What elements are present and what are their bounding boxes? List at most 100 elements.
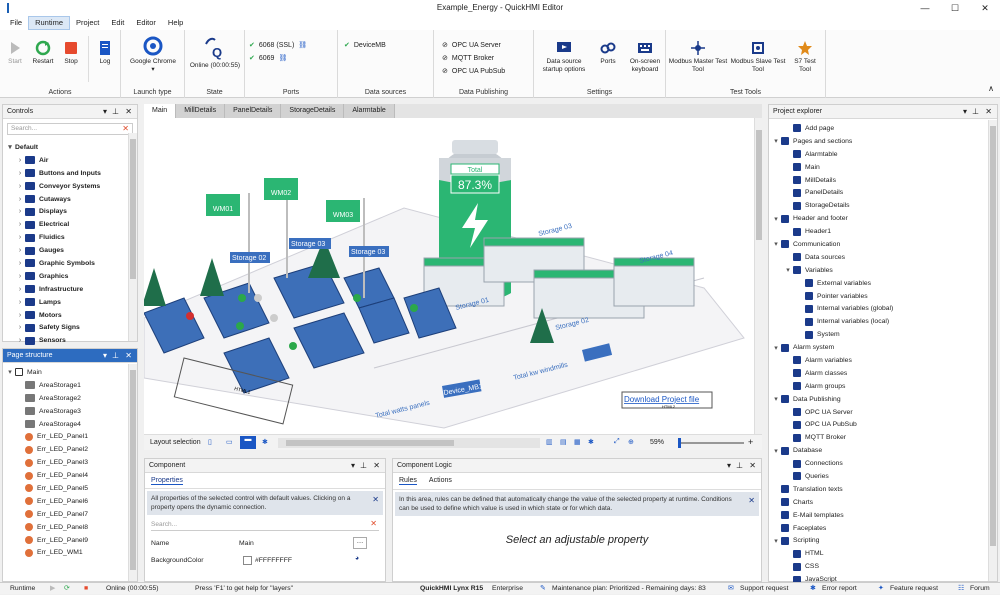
- control-category[interactable]: › Graphics: [5, 270, 127, 283]
- explorer-item[interactable]: MQTT Broker: [771, 431, 987, 444]
- page-structure-item[interactable]: Err_LED_Panel7: [5, 508, 127, 521]
- start-button[interactable]: Start: [4, 40, 26, 66]
- port-ssl-row[interactable]: ✔ 6068 (SSL) ⛓: [249, 41, 307, 50]
- close-icon[interactable]: ✕: [125, 349, 132, 363]
- control-category[interactable]: › Displays: [5, 205, 127, 218]
- tab-alarmtable[interactable]: Alarmtable: [344, 104, 395, 118]
- zoom-slider[interactable]: [678, 438, 744, 448]
- explorer-item[interactable]: System: [771, 328, 987, 341]
- control-category[interactable]: › Graphic Symbols: [5, 257, 127, 270]
- explorer-item[interactable]: ▾ Variables: [771, 264, 987, 277]
- tablet-layout-icon[interactable]: ▭: [226, 438, 233, 446]
- close-icon[interactable]: ✕: [372, 495, 379, 504]
- zoom-in-icon[interactable]: +: [748, 437, 753, 447]
- onscreen-keyboard-button[interactable]: On-screen keyboard: [626, 40, 664, 74]
- control-category[interactable]: › Conveyor Systems: [5, 180, 127, 193]
- page-structure-item[interactable]: Err_LED_Panel9: [5, 534, 127, 547]
- explorer-item[interactable]: StorageDetails: [771, 199, 987, 212]
- explorer-item[interactable]: ▾ Data Publishing: [771, 393, 987, 406]
- ports-settings-button[interactable]: Ports: [594, 40, 622, 66]
- close-icon[interactable]: ✕: [125, 105, 132, 119]
- explorer-item[interactable]: Alarm groups: [771, 380, 987, 393]
- page-structure-item[interactable]: AreaStorage1: [5, 379, 127, 392]
- explorer-item[interactable]: ▾ Communication: [771, 238, 987, 251]
- clear-search-icon[interactable]: ✕: [122, 124, 129, 133]
- dropdown-icon[interactable]: ▾: [103, 105, 107, 119]
- control-category[interactable]: › Motors: [5, 309, 127, 322]
- explorer-item[interactable]: Queries: [771, 470, 987, 483]
- more-button[interactable]: …: [353, 537, 367, 549]
- minimize-button[interactable]: —: [910, 0, 940, 16]
- log-button[interactable]: Log: [94, 40, 116, 66]
- s7-test-button[interactable]: S7 Test Tool: [788, 40, 822, 74]
- settings-gear-icon[interactable]: ✱: [588, 438, 594, 446]
- dropdown-icon[interactable]: ▾: [103, 349, 107, 363]
- close-window-button[interactable]: ✕: [970, 0, 1000, 16]
- dropdown-icon[interactable]: ▾: [351, 459, 355, 473]
- publish-opcua-server[interactable]: ⊘ OPC UA Server: [442, 41, 501, 50]
- page-structure-item[interactable]: Err_LED_Panel3: [5, 456, 127, 469]
- explorer-item[interactable]: HTML: [771, 547, 987, 560]
- explorer-item[interactable]: Alarm variables: [771, 354, 987, 367]
- tree-root-main[interactable]: ▾ Main: [5, 366, 127, 379]
- control-category[interactable]: › Sensors: [5, 334, 127, 347]
- palette-icon[interactable]: ◕: [355, 555, 359, 562]
- properties-search-input[interactable]: Search... ✕: [151, 519, 379, 531]
- explorer-scrollbar[interactable]: [988, 120, 997, 581]
- menu-help[interactable]: Help: [162, 16, 189, 30]
- canvas-hscrollbar[interactable]: [278, 438, 540, 448]
- explorer-item[interactable]: Internal variables (global): [771, 302, 987, 315]
- menu-file[interactable]: File: [4, 16, 28, 30]
- fit-screen-icon[interactable]: ⤢: [614, 438, 620, 446]
- explorer-item[interactable]: Header1: [771, 225, 987, 238]
- phone-layout-icon[interactable]: ▯: [208, 438, 212, 446]
- tab-milldetails[interactable]: MillDetails: [176, 104, 226, 118]
- close-icon[interactable]: ✕: [748, 496, 755, 505]
- modbus-master-button[interactable]: Modbus Master Test Tool: [668, 40, 728, 74]
- controls-scrollbar[interactable]: [128, 133, 137, 341]
- page-structure-item[interactable]: Err_LED_Panel5: [5, 482, 127, 495]
- pin-icon[interactable]: ⊥: [972, 105, 979, 119]
- close-icon[interactable]: ✕: [749, 459, 756, 473]
- page-structure-item[interactable]: Err_LED_Panel6: [5, 495, 127, 508]
- startup-options-button[interactable]: Data source startup options: [536, 40, 592, 74]
- tab-paneldetails[interactable]: PanelDetails: [225, 104, 282, 118]
- menu-runtime[interactable]: Runtime: [28, 16, 71, 30]
- distribute-icon[interactable]: ▤: [560, 438, 567, 446]
- tab-rules[interactable]: Rules: [399, 477, 417, 485]
- tab-storagedetails[interactable]: StorageDetails: [281, 104, 345, 118]
- pin-icon[interactable]: ⊥: [112, 105, 119, 119]
- color-swatch[interactable]: [243, 556, 252, 565]
- download-link[interactable]: Download Project fileHTML2: [621, 391, 713, 409]
- browser-select[interactable]: Google Chrome ▾: [125, 36, 181, 74]
- page-structure-item[interactable]: AreaStorage2: [5, 392, 127, 405]
- menu-editor[interactable]: Editor: [130, 16, 162, 30]
- explorer-item[interactable]: MillDetails: [771, 174, 987, 187]
- feature-request-link[interactable]: Feature request: [890, 583, 938, 595]
- tree-root-default[interactable]: ▾ Default: [5, 141, 127, 154]
- properties-tab[interactable]: Properties: [145, 473, 385, 489]
- control-category[interactable]: › Fluidics: [5, 231, 127, 244]
- stop-button[interactable]: Stop: [60, 40, 82, 66]
- grid-icon[interactable]: ▦: [574, 438, 581, 446]
- property-row-name[interactable]: Name Main …: [145, 535, 385, 553]
- explorer-item[interactable]: E-Mail templates: [771, 509, 987, 522]
- explorer-item[interactable]: PanelDetails: [771, 186, 987, 199]
- explorer-item[interactable]: OPC UA PubSub: [771, 418, 987, 431]
- support-request-link[interactable]: Support request: [740, 583, 788, 595]
- control-category[interactable]: › Lamps: [5, 296, 127, 309]
- explorer-item[interactable]: ▾ Header and footer: [771, 212, 987, 225]
- page-structure-item[interactable]: Err_LED_Panel1: [5, 430, 127, 443]
- restart-button[interactable]: Restart: [30, 40, 56, 66]
- control-category[interactable]: › Gauges: [5, 244, 127, 257]
- control-category[interactable]: › Infrastructure: [5, 283, 127, 296]
- dropdown-icon[interactable]: ▾: [727, 459, 731, 473]
- pin-icon[interactable]: ⊥: [360, 459, 367, 473]
- explorer-item[interactable]: Main: [771, 161, 987, 174]
- page-structure-item[interactable]: Err_LED_Panel2: [5, 443, 127, 456]
- error-report-link[interactable]: Error report: [822, 583, 857, 595]
- explorer-item[interactable]: Data sources: [771, 251, 987, 264]
- explorer-item[interactable]: Faceplates: [771, 522, 987, 535]
- stop-icon[interactable]: ■: [84, 583, 88, 595]
- explorer-item[interactable]: Add page: [771, 122, 987, 135]
